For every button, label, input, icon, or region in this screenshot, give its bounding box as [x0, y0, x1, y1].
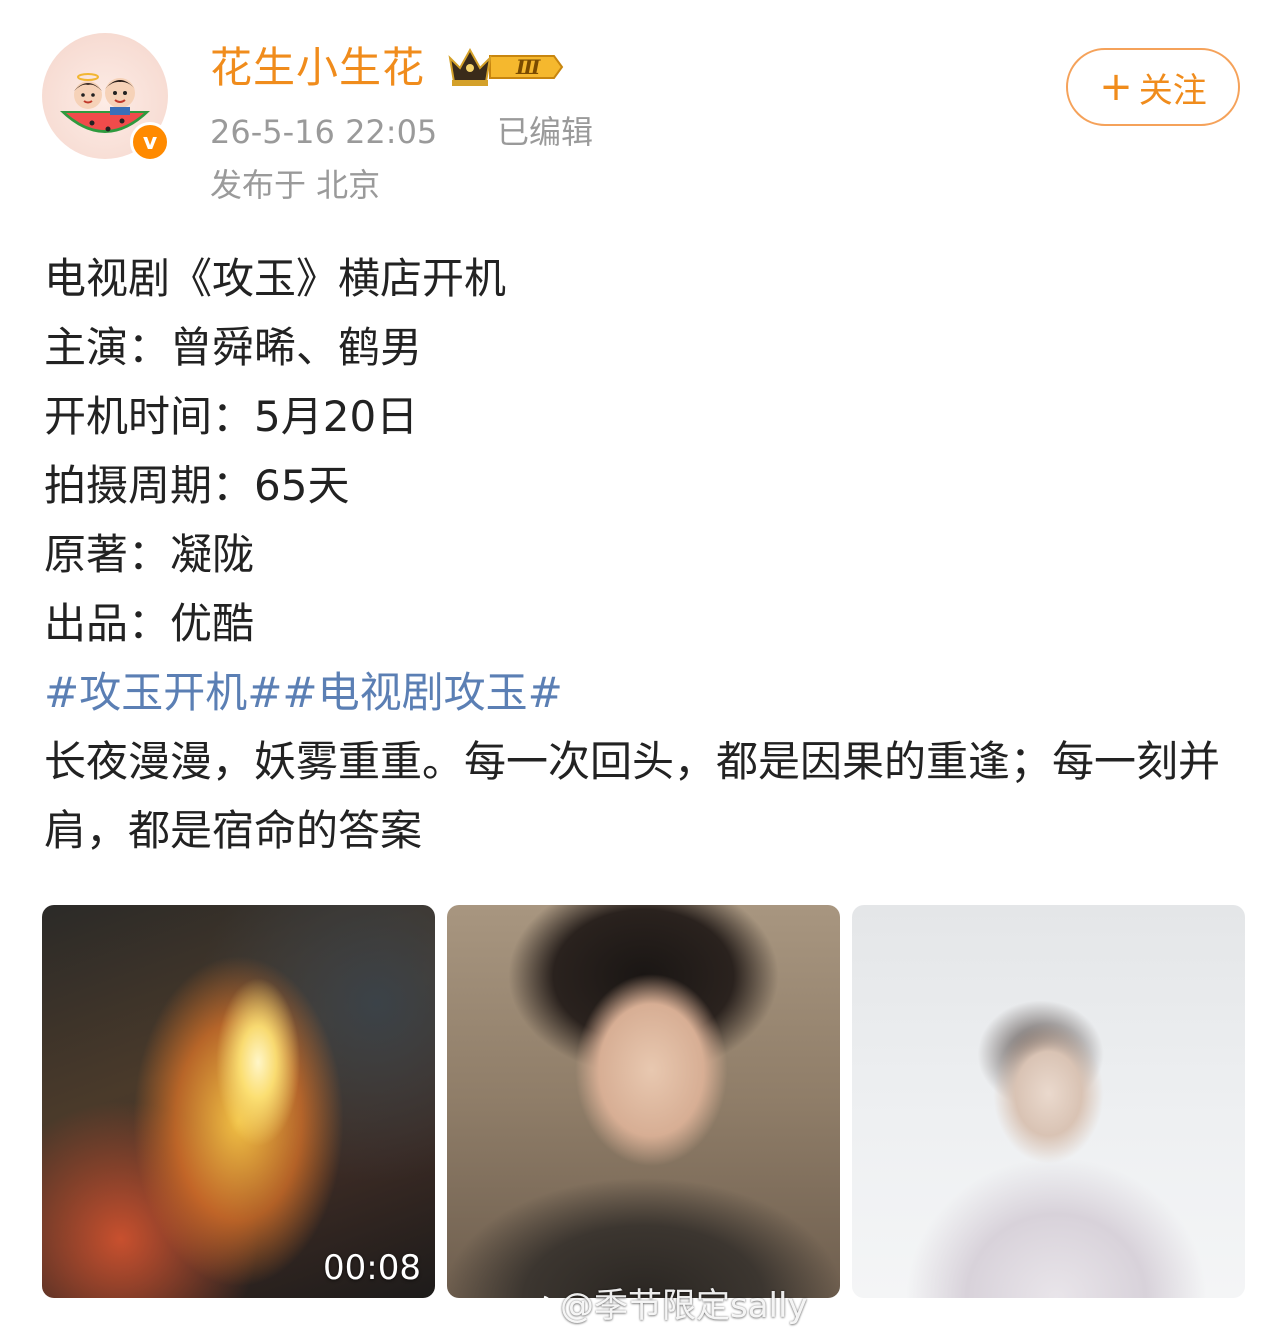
weibo-icon	[520, 1295, 553, 1321]
post-timestamp: 26-5-16 22:05	[210, 113, 438, 151]
crown-level-icon: Ⅲ	[448, 47, 564, 86]
post-body-text: 长夜漫漫，妖雾重重。每一次回头，都是因果的重逢；每一刻并肩，都是宿命的答案	[44, 737, 1221, 855]
post-location: 发布于 北京	[210, 166, 381, 204]
post-line-cast: 主演：曾舜晞、鹤男	[44, 323, 423, 372]
video-thumbnail[interactable]: 00:08	[42, 905, 435, 1298]
image-thumbnail-actor[interactable]	[447, 905, 840, 1298]
level-badge-text: Ⅲ	[515, 55, 541, 79]
weibo-post: v 花生小生花 Ⅲ 26-5-16 22:05 已编辑 发布于 北京 + 关注 …	[0, 0, 1283, 1334]
post-line-original-author: 原著：凝陇	[44, 530, 255, 579]
follow-button[interactable]: + 关注	[1066, 48, 1240, 126]
post-line-start-date: 开机时间：5月20日	[44, 392, 419, 441]
post-line-producer: 出品：优酷	[44, 599, 255, 648]
verified-badge-icon: v	[130, 122, 170, 162]
image-thumbnail-actress[interactable]	[852, 905, 1245, 1298]
watermark-text: @季节限定sally	[560, 1286, 808, 1326]
post-line-title: 电视剧《攻玉》横店开机	[44, 254, 507, 303]
post-content: 电视剧《攻玉》横店开机 主演：曾舜晞、鹤男 开机时间：5月20日 拍摄周期：65…	[44, 244, 1244, 865]
watermark: @季节限定sally	[520, 1278, 808, 1327]
follow-button-label: 关注	[1138, 70, 1207, 111]
video-duration: 00:08	[323, 1248, 421, 1288]
edited-label[interactable]: 已编辑	[497, 110, 593, 154]
hashtag-links[interactable]: #攻玉开机##电视剧攻玉#	[44, 658, 1244, 727]
author-name[interactable]: 花生小生花	[210, 40, 425, 96]
post-line-shoot-period: 拍摄周期：65天	[44, 461, 350, 510]
plus-icon: +	[1099, 64, 1133, 110]
